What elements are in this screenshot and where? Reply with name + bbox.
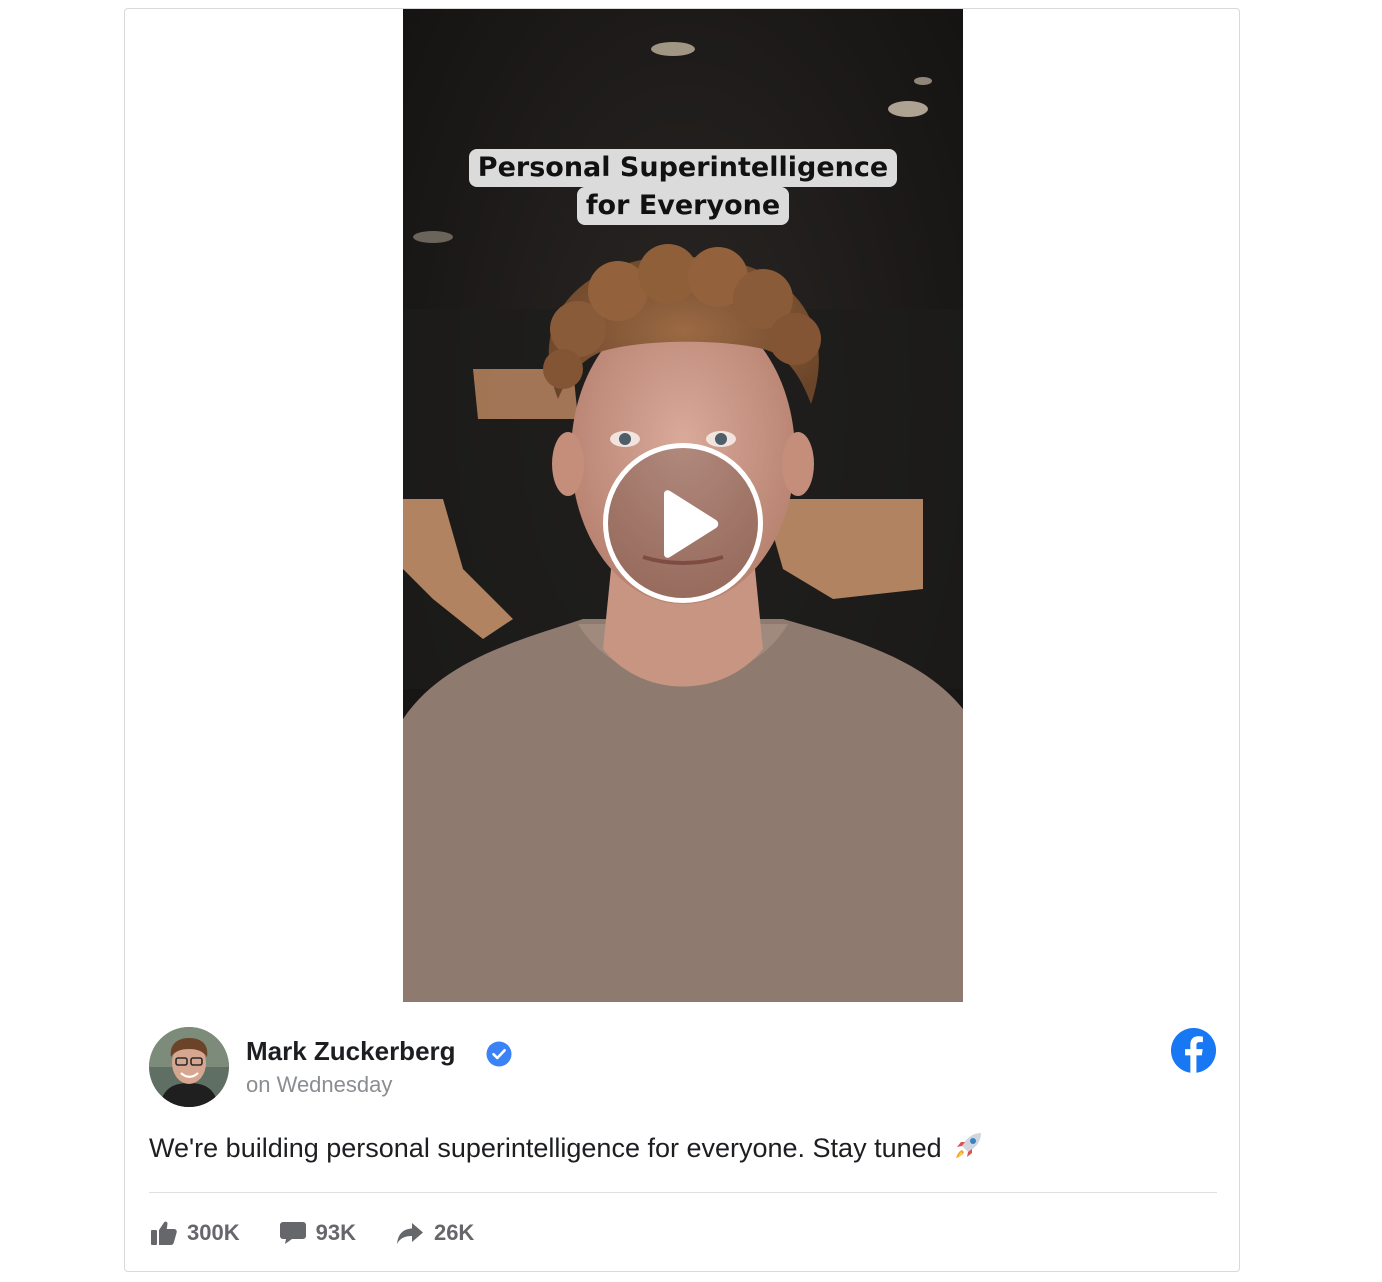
post-text-content: We're building personal superintelligenc…: [149, 1133, 942, 1163]
avatar[interactable]: [149, 1027, 229, 1107]
thumbs-up-icon: [151, 1221, 177, 1245]
play-button[interactable]: [603, 443, 763, 603]
video-player[interactable]: Personal Superintelligence for Everyone: [403, 9, 963, 1002]
likes-stat[interactable]: 300K: [151, 1220, 240, 1246]
comment-icon: [279, 1222, 306, 1244]
share-arrow-icon: [396, 1223, 423, 1244]
video-caption: Personal Superintelligence for Everyone: [403, 149, 963, 225]
rocket-icon: [956, 1133, 982, 1158]
comments-count: 93K: [315, 1220, 356, 1245]
post-timestamp[interactable]: on Wednesday: [246, 1072, 392, 1098]
caption-line-2: for Everyone: [576, 187, 790, 225]
engagement-stats: 300K 93K 26K: [151, 1215, 514, 1251]
post-author-row: Mark Zuckerberg on Wednesday: [149, 1027, 1217, 1107]
likes-count: 300K: [187, 1220, 240, 1245]
shares-count: 26K: [433, 1220, 475, 1245]
facebook-logo-icon[interactable]: [1170, 1027, 1217, 1074]
verified-badge-icon: [486, 1041, 512, 1067]
author-name[interactable]: Mark Zuckerberg: [246, 1036, 456, 1067]
comments-stat[interactable]: 93K: [279, 1220, 356, 1246]
facebook-embed-card: Personal Superintelligence for Everyone …: [124, 8, 1240, 1272]
post-text: We're building personal superintelligenc…: [149, 1129, 985, 1164]
play-icon: [664, 490, 719, 558]
shares-stat[interactable]: 26K: [396, 1220, 474, 1246]
divider: [149, 1192, 1217, 1193]
caption-line-1: Personal Superintelligence: [468, 149, 898, 187]
